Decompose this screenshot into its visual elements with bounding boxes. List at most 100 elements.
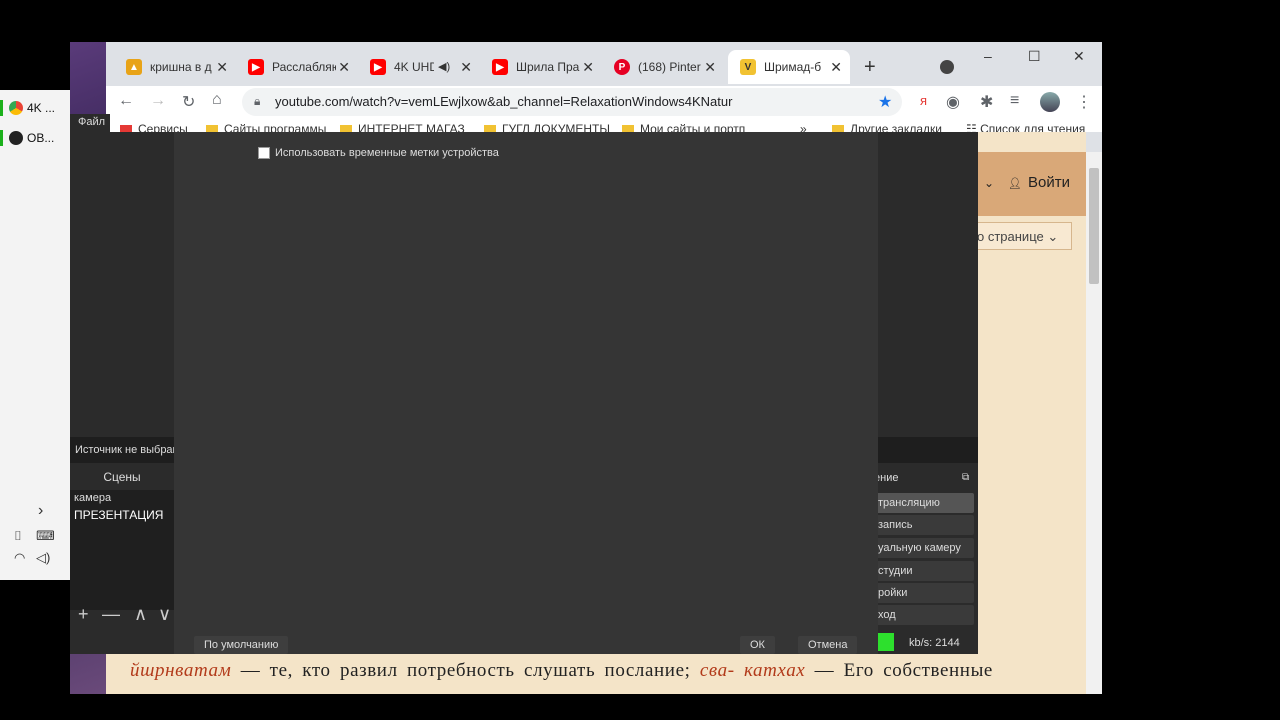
bookmark-folder[interactable]: Сайты программы: [206, 122, 326, 132]
tab-label: Шрила Пра: [516, 60, 580, 74]
taskbar-item-chrome[interactable]: 4K ...: [0, 96, 64, 120]
youtube-icon: ▶: [370, 59, 386, 75]
tab-label: Шримад-б: [764, 60, 822, 74]
settings-dialog: [174, 132, 878, 654]
add-scene-button[interactable]: +: [78, 604, 89, 625]
bookmark-label: ИНТЕРНЕТ МАГАЗ: [358, 122, 465, 132]
move-down-button[interactable]: ∨: [158, 604, 171, 625]
tab-strip: ▲ кришна в д ✕ ▶ Расслабляю ✕ ▶ 4K UHD ◀…: [106, 42, 1102, 90]
scrollbar-thumb[interactable]: [1089, 168, 1099, 284]
reading-list[interactable]: ☷ Список для чтения: [966, 122, 1085, 132]
studio-mode-button[interactable]: студии: [874, 561, 974, 581]
remove-scene-button[interactable]: —: [102, 604, 120, 625]
keyboard-icon[interactable]: ⌨: [36, 528, 55, 544]
media-icon[interactable]: ≡: [1010, 92, 1019, 110]
chevron-down-icon[interactable]: ⌄: [984, 176, 994, 190]
bookmark-folder[interactable]: Другие закладки: [832, 122, 942, 132]
tab-relax[interactable]: ▶ Расслабляю ✕: [236, 50, 358, 84]
lock-icon[interactable]: 🔒︎: [254, 94, 260, 109]
tab-shrila[interactable]: ▶ Шрила Пра ✕: [480, 50, 602, 84]
close-icon[interactable]: ✕: [704, 59, 716, 76]
speaker-icon[interactable]: ◀): [438, 60, 450, 73]
tab-shrimad[interactable]: V Шримад-б ✕: [728, 50, 850, 84]
avatar[interactable]: [1040, 92, 1060, 112]
taskbar-item-obs[interactable]: OB...: [0, 126, 64, 150]
tab-search-icon[interactable]: [940, 60, 954, 74]
scene-controls: + — ∧ ∨: [70, 604, 174, 626]
bookmark-label: Другие закладки: [850, 122, 942, 132]
new-tab-button[interactable]: +: [864, 56, 876, 79]
start-streaming-button[interactable]: трансляцию: [874, 493, 974, 513]
image-icon: ▲: [126, 59, 142, 75]
url-text[interactable]: youtube.com/watch?v=vemLEwjlxow&ab_chann…: [275, 94, 755, 109]
back-icon[interactable]: ←: [118, 92, 134, 110]
close-icon[interactable]: ✕: [216, 59, 228, 76]
yandex-icon[interactable]: я: [920, 93, 927, 108]
bookmark-folder[interactable]: ИНТЕРНЕТ МАГАЗ: [340, 122, 465, 132]
stream-status-indicator: [878, 633, 894, 651]
device-timestamps-label: Использовать временные метки устройства: [275, 147, 499, 159]
tab-label: Расслабляю: [272, 60, 336, 74]
volume-icon[interactable]: ◁): [36, 550, 50, 566]
close-icon[interactable]: ✕: [830, 59, 842, 76]
exit-button[interactable]: ход: [874, 605, 974, 625]
tab-pinterest[interactable]: P (168) Pinter ✕: [602, 50, 724, 84]
extension-icon[interactable]: ◉: [946, 92, 960, 112]
obs-menu-file[interactable]: Файл: [70, 114, 110, 132]
close-icon[interactable]: ✕: [460, 59, 472, 76]
bookmarks-bar: Сервисы Сайты программы ИНТЕРНЕТ МАГАЗ Г…: [106, 118, 1102, 132]
taskbar-item-label: 4K ...: [27, 101, 56, 115]
puzzle-icon[interactable]: ✱: [980, 92, 993, 112]
close-window-button[interactable]: ✕: [1073, 48, 1085, 65]
maximize-button[interactable]: ☐: [1028, 48, 1041, 65]
youtube-icon: ▶: [248, 59, 264, 75]
login-label: Войти: [1027, 174, 1070, 191]
verse-term: сва- катхах: [699, 660, 806, 681]
verse-translation: — Его собственные: [805, 660, 993, 681]
close-icon[interactable]: ✕: [582, 59, 594, 76]
start-recording-button[interactable]: запись: [874, 515, 974, 535]
tab-label: (168) Pinter: [638, 60, 701, 74]
bookmark-star-icon[interactable]: ★: [878, 92, 892, 112]
device-timestamps-checkbox[interactable]: [258, 147, 270, 159]
dock-icon[interactable]: ⧉: [962, 472, 969, 483]
bookmark-services[interactable]: Сервисы: [120, 122, 188, 132]
reading-list-icon: ☷: [966, 122, 981, 132]
cancel-button[interactable]: Отмена: [798, 636, 858, 654]
bookmarks-more[interactable]: »: [800, 122, 807, 132]
tab-krishna[interactable]: ▲ кришна в д ✕: [114, 50, 236, 84]
scene-item[interactable]: камера: [74, 492, 111, 504]
bookmark-folder[interactable]: ГУГЛ ДОКУМЕНТЫ: [484, 122, 610, 132]
wifi-icon[interactable]: ◠: [14, 550, 25, 566]
chevron-right-icon[interactable]: ›: [38, 502, 43, 520]
bitrate-readout: kb/s: 2144: [909, 637, 960, 649]
settings-button[interactable]: ройки: [874, 583, 974, 603]
home-icon[interactable]: ⌂: [212, 91, 222, 109]
reload-icon[interactable]: ↻: [182, 92, 195, 112]
pinterest-icon: P: [614, 59, 630, 75]
virtual-camera-button[interactable]: уальную камеру: [874, 538, 974, 558]
menu-icon[interactable]: ⋮: [1076, 92, 1092, 112]
move-up-button[interactable]: ∧: [134, 604, 147, 625]
tab-4k[interactable]: ▶ 4K UHD ◀) ✕: [358, 50, 480, 84]
verse-translation: — те, кто развил потребность слушать пос…: [231, 660, 700, 681]
bookmark-label: Сайты программы: [224, 122, 327, 132]
scene-item[interactable]: ПРЕЗЕНТАЦИЯ: [74, 508, 163, 522]
ok-button[interactable]: ОК: [740, 636, 775, 654]
login-button[interactable]: 👤︎ Войти: [1008, 174, 1070, 191]
bookmark-label: ГУГЛ ДОКУМЕНТЫ: [502, 122, 610, 132]
camera-icon[interactable]: ⌷: [14, 528, 22, 544]
bookmark-folder[interactable]: Мои сайты и портп: [622, 122, 745, 132]
verse-term: йшрнватам: [130, 660, 232, 681]
system-tray: › ⌷ ⌨ ◠ ◁): [10, 500, 60, 570]
page-menu-button[interactable]: о странице ⌄: [962, 222, 1072, 250]
obs-preview: [70, 132, 174, 437]
close-icon[interactable]: ✕: [338, 59, 350, 76]
scenes-header: Сцены: [103, 470, 141, 484]
scene-list: камера ПРЕЗЕНТАЦИЯ: [70, 490, 174, 610]
verse-text: йшрнватам — те, кто развил потребность с…: [106, 654, 1086, 694]
minimize-button[interactable]: –: [984, 48, 992, 64]
defaults-button[interactable]: По умолчанию: [194, 636, 289, 654]
chrome-icon: [9, 101, 23, 115]
forward-icon[interactable]: →: [150, 92, 166, 110]
